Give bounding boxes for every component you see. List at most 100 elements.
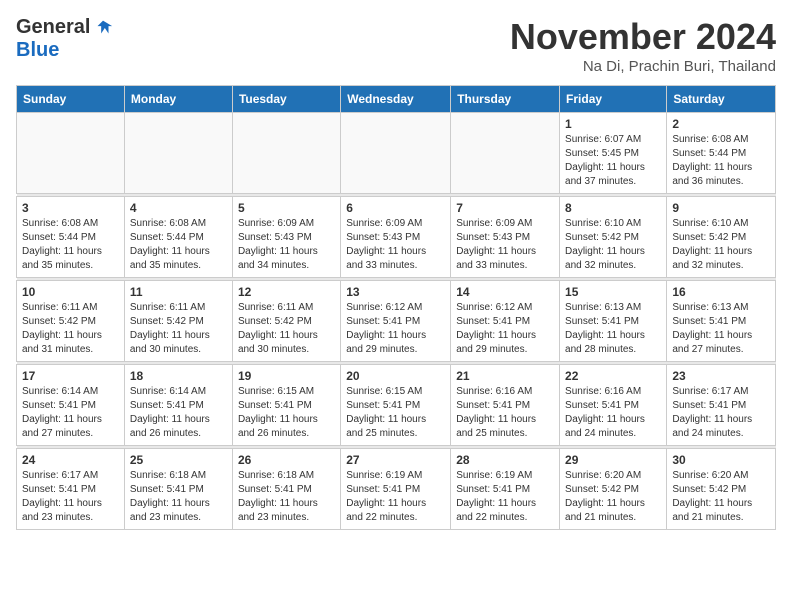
day-number: 26 bbox=[238, 453, 335, 467]
location-text: Na Di, Prachin Buri, Thailand bbox=[510, 58, 776, 75]
day-number: 3 bbox=[22, 201, 119, 215]
day-info: Sunrise: 6:12 AM Sunset: 5:41 PM Dayligh… bbox=[456, 301, 554, 357]
day-number: 30 bbox=[672, 453, 770, 467]
day-info: Sunrise: 6:11 AM Sunset: 5:42 PM Dayligh… bbox=[22, 301, 119, 357]
day-info: Sunrise: 6:10 AM Sunset: 5:42 PM Dayligh… bbox=[672, 217, 770, 273]
day-info: Sunrise: 6:07 AM Sunset: 5:45 PM Dayligh… bbox=[565, 133, 661, 189]
calendar-cell: 4 Sunrise: 6:08 AM Sunset: 5:44 PM Daylig… bbox=[124, 197, 232, 278]
calendar-header-thursday: Thursday bbox=[451, 86, 560, 113]
calendar-cell: 26 Sunrise: 6:18 AM Sunset: 5:41 PM Dayli… bbox=[232, 449, 340, 530]
calendar-week-2: 3 Sunrise: 6:08 AM Sunset: 5:44 PM Daylig… bbox=[17, 197, 776, 278]
day-number: 20 bbox=[346, 369, 445, 383]
calendar-cell: 29 Sunrise: 6:20 AM Sunset: 5:42 PM Dayli… bbox=[560, 449, 667, 530]
day-info: Sunrise: 6:17 AM Sunset: 5:41 PM Dayligh… bbox=[22, 469, 119, 525]
day-number: 21 bbox=[456, 369, 554, 383]
day-number: 29 bbox=[565, 453, 661, 467]
calendar-cell: 25 Sunrise: 6:18 AM Sunset: 5:41 PM Dayli… bbox=[124, 449, 232, 530]
day-info: Sunrise: 6:14 AM Sunset: 5:41 PM Dayligh… bbox=[22, 385, 119, 441]
day-number: 11 bbox=[130, 285, 227, 299]
calendar-week-1: 1 Sunrise: 6:07 AM Sunset: 5:45 PM Daylig… bbox=[17, 113, 776, 194]
day-number: 25 bbox=[130, 453, 227, 467]
calendar-cell: 23Sunrise: 6:17 AM Sunset: 5:41 PM Dayli… bbox=[667, 365, 776, 446]
day-number: 24 bbox=[22, 453, 119, 467]
calendar-cell: 27Sunrise: 6:19 AM Sunset: 5:41 PM Dayli… bbox=[341, 449, 451, 530]
calendar-cell bbox=[341, 113, 451, 194]
day-number: 17 bbox=[22, 369, 119, 383]
day-number: 23 bbox=[672, 369, 770, 383]
calendar-cell: 18 Sunrise: 6:14 AM Sunset: 5:41 PM Dayli… bbox=[124, 365, 232, 446]
day-number: 6 bbox=[346, 201, 445, 215]
calendar-cell: 20 Sunrise: 6:15 AM Sunset: 5:41 PM Dayli… bbox=[341, 365, 451, 446]
day-info: Sunrise: 6:11 AM Sunset: 5:42 PM Dayligh… bbox=[130, 301, 227, 357]
day-info: Sunrise: 6:15 AM Sunset: 5:41 PM Dayligh… bbox=[346, 385, 445, 441]
calendar-cell: 15 Sunrise: 6:13 AM Sunset: 5:41 PM Dayli… bbox=[560, 281, 667, 362]
calendar-table: SundayMondayTuesdayWednesdayThursdayFrid… bbox=[16, 85, 776, 530]
day-number: 10 bbox=[22, 285, 119, 299]
day-info: Sunrise: 6:13 AM Sunset: 5:41 PM Dayligh… bbox=[565, 301, 661, 357]
day-number: 13 bbox=[346, 285, 445, 299]
day-number: 4 bbox=[130, 201, 227, 215]
day-info: Sunrise: 6:12 AM Sunset: 5:41 PM Dayligh… bbox=[346, 301, 445, 357]
day-info: Sunrise: 6:14 AM Sunset: 5:41 PM Dayligh… bbox=[130, 385, 227, 441]
calendar-week-4: 17 Sunrise: 6:14 AM Sunset: 5:41 PM Dayli… bbox=[17, 365, 776, 446]
calendar-header-tuesday: Tuesday bbox=[232, 86, 340, 113]
calendar-week-5: 24 Sunrise: 6:17 AM Sunset: 5:41 PM Dayli… bbox=[17, 449, 776, 530]
calendar-cell: 13 Sunrise: 6:12 AM Sunset: 5:41 PM Dayli… bbox=[341, 281, 451, 362]
title-block: November 2024 Na Di, Prachin Buri, Thail… bbox=[510, 16, 776, 75]
calendar-cell: 10 Sunrise: 6:11 AM Sunset: 5:42 PM Dayli… bbox=[17, 281, 125, 362]
day-number: 28 bbox=[456, 453, 554, 467]
day-info: Sunrise: 6:09 AM Sunset: 5:43 PM Dayligh… bbox=[346, 217, 445, 273]
day-info: Sunrise: 6:20 AM Sunset: 5:42 PM Dayligh… bbox=[565, 469, 661, 525]
day-info: Sunrise: 6:11 AM Sunset: 5:42 PM Dayligh… bbox=[238, 301, 335, 357]
logo-blue-text: Blue bbox=[16, 39, 59, 62]
day-number: 27 bbox=[346, 453, 445, 467]
day-info: Sunrise: 6:19 AM Sunset: 5:41 PM Dayligh… bbox=[456, 469, 554, 525]
day-info: Sunrise: 6:09 AM Sunset: 5:43 PM Dayligh… bbox=[456, 217, 554, 273]
day-number: 15 bbox=[565, 285, 661, 299]
month-title: November 2024 bbox=[510, 16, 776, 58]
day-info: Sunrise: 6:18 AM Sunset: 5:41 PM Dayligh… bbox=[130, 469, 227, 525]
day-info: Sunrise: 6:18 AM Sunset: 5:41 PM Dayligh… bbox=[238, 469, 335, 525]
day-info: Sunrise: 6:16 AM Sunset: 5:41 PM Dayligh… bbox=[565, 385, 661, 441]
day-info: Sunrise: 6:08 AM Sunset: 5:44 PM Dayligh… bbox=[130, 217, 227, 273]
calendar-cell: 22 Sunrise: 6:16 AM Sunset: 5:41 PM Dayli… bbox=[560, 365, 667, 446]
calendar-header-wednesday: Wednesday bbox=[341, 86, 451, 113]
calendar-cell: 17 Sunrise: 6:14 AM Sunset: 5:41 PM Dayli… bbox=[17, 365, 125, 446]
calendar-cell: 11 Sunrise: 6:11 AM Sunset: 5:42 PM Dayli… bbox=[124, 281, 232, 362]
calendar-cell: 6 Sunrise: 6:09 AM Sunset: 5:43 PM Daylig… bbox=[341, 197, 451, 278]
calendar-cell: 3 Sunrise: 6:08 AM Sunset: 5:44 PM Daylig… bbox=[17, 197, 125, 278]
calendar-cell bbox=[124, 113, 232, 194]
calendar-cell: 21 Sunrise: 6:16 AM Sunset: 5:41 PM Dayli… bbox=[451, 365, 560, 446]
day-info: Sunrise: 6:13 AM Sunset: 5:41 PM Dayligh… bbox=[672, 301, 770, 357]
calendar-header-friday: Friday bbox=[560, 86, 667, 113]
day-number: 5 bbox=[238, 201, 335, 215]
calendar-header-monday: Monday bbox=[124, 86, 232, 113]
calendar-week-3: 10 Sunrise: 6:11 AM Sunset: 5:42 PM Dayli… bbox=[17, 281, 776, 362]
calendar-cell: 9 Sunrise: 6:10 AM Sunset: 5:42 PM Daylig… bbox=[667, 197, 776, 278]
day-info: Sunrise: 6:08 AM Sunset: 5:44 PM Dayligh… bbox=[672, 133, 770, 189]
day-info: Sunrise: 6:15 AM Sunset: 5:41 PM Dayligh… bbox=[238, 385, 335, 441]
day-info: Sunrise: 6:16 AM Sunset: 5:41 PM Dayligh… bbox=[456, 385, 554, 441]
day-info: Sunrise: 6:20 AM Sunset: 5:42 PM Dayligh… bbox=[672, 469, 770, 525]
day-number: 9 bbox=[672, 201, 770, 215]
logo-general-text: General bbox=[16, 16, 90, 39]
day-number: 8 bbox=[565, 201, 661, 215]
day-number: 1 bbox=[565, 117, 661, 131]
logo-bird-icon bbox=[92, 17, 114, 39]
day-info: Sunrise: 6:08 AM Sunset: 5:44 PM Dayligh… bbox=[22, 217, 119, 273]
day-number: 2 bbox=[672, 117, 770, 131]
day-number: 18 bbox=[130, 369, 227, 383]
calendar-cell: 24 Sunrise: 6:17 AM Sunset: 5:41 PM Dayli… bbox=[17, 449, 125, 530]
calendar-cell: 1 Sunrise: 6:07 AM Sunset: 5:45 PM Daylig… bbox=[560, 113, 667, 194]
calendar-cell bbox=[17, 113, 125, 194]
calendar-cell bbox=[451, 113, 560, 194]
calendar-cell: 19Sunrise: 6:15 AM Sunset: 5:41 PM Dayli… bbox=[232, 365, 340, 446]
day-number: 7 bbox=[456, 201, 554, 215]
calendar-cell: 12Sunrise: 6:11 AM Sunset: 5:42 PM Dayli… bbox=[232, 281, 340, 362]
calendar-cell: 8Sunrise: 6:10 AM Sunset: 5:42 PM Daylig… bbox=[560, 197, 667, 278]
calendar-cell bbox=[232, 113, 340, 194]
day-info: Sunrise: 6:09 AM Sunset: 5:43 PM Dayligh… bbox=[238, 217, 335, 273]
day-number: 22 bbox=[565, 369, 661, 383]
calendar-cell: 14Sunrise: 6:12 AM Sunset: 5:41 PM Dayli… bbox=[451, 281, 560, 362]
calendar-cell: 2 Sunrise: 6:08 AM Sunset: 5:44 PM Daylig… bbox=[667, 113, 776, 194]
